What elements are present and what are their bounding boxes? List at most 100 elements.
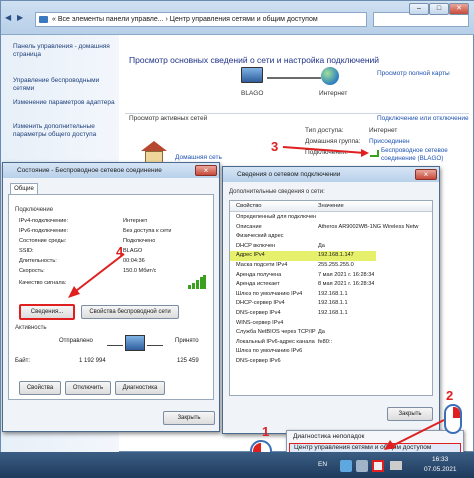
close-window-button[interactable]: ✕ <box>449 3 469 15</box>
full-map-link[interactable]: Просмотр полной карты <box>377 70 450 77</box>
homegroup-link[interactable]: Присоединен <box>369 138 410 145</box>
forward-button[interactable]: ▶ <box>17 13 23 22</box>
internet-label: Интернет <box>319 90 348 97</box>
table-cell: 255.255.255.0 <box>318 262 354 268</box>
row-label-duration: Длительность: <box>19 258 57 264</box>
active-networks-label: Просмотр активных сетей <box>129 115 208 122</box>
tray-network-icon[interactable] <box>372 460 384 472</box>
details-dialog: Сведения о сетевом подключении × Дополни… <box>222 166 440 434</box>
table-row: Служба NetBIOS через TCP/IP в <box>236 329 316 336</box>
tray-battery-icon[interactable] <box>390 461 402 470</box>
step-number-2: 2 <box>446 388 454 403</box>
table-row: DNS-сервер IPv4 <box>236 310 281 316</box>
status-dialog-close-icon[interactable]: × <box>195 165 217 176</box>
details-dialog-close-icon[interactable]: × <box>415 169 437 180</box>
clock-time[interactable]: 16:33 <box>432 456 448 463</box>
taskbar: EN 16:33 07.05.2021 <box>0 452 474 478</box>
prop-label-access: Тип доступа: <box>305 127 344 134</box>
connect-disconnect-link[interactable]: Подключение или отключение <box>377 115 469 122</box>
menu-item-troubleshoot[interactable]: Диагностика неполадок <box>293 433 364 440</box>
sidebar-item-wireless[interactable]: Управление беспроводными сетями <box>13 77 117 93</box>
table-cell: Atheros AR9002WB-1NG Wireless Netw <box>318 223 419 230</box>
control-panel-icon <box>39 16 48 23</box>
wireless-connection-link[interactable]: Беспроводное сетевое соединение (BLAGO) <box>381 147 467 163</box>
bytes-sent-value: 1 192 994 <box>79 358 106 364</box>
tray-flag-icon[interactable] <box>340 460 352 472</box>
diagnose-button[interactable]: Диагностика <box>115 381 165 395</box>
table-row: Аренда истекает <box>236 281 280 288</box>
activity-line-right <box>147 345 163 346</box>
status-close-button[interactable]: Закрыть <box>163 411 215 425</box>
activity-header: Активность <box>15 325 47 331</box>
sidebar-item-sharing[interactable]: Изменить дополнительные параметры общего… <box>13 123 117 139</box>
table-row: Определенный для подключения DN <box>236 214 316 220</box>
clock-date[interactable]: 07.05.2021 <box>424 466 457 473</box>
map-connector <box>267 77 321 79</box>
network-type-link[interactable]: Домашняя сеть <box>175 154 222 161</box>
row-value-media: Подключено <box>123 238 156 244</box>
table-cell: Да <box>318 242 325 249</box>
arrow-4 <box>68 253 125 298</box>
status-dialog-title: Состояние - Беспроводное сетевое соедине… <box>3 163 219 178</box>
wireless-properties-button[interactable]: Свойства беспроводной сети <box>81 305 179 319</box>
col-property: Свойство <box>236 203 262 209</box>
disable-button[interactable]: Отключить <box>65 381 111 395</box>
table-cell: 192.168.1.1 <box>318 310 348 316</box>
language-indicator[interactable]: EN <box>318 461 327 468</box>
table-cell: 8 мая 2021 г. 16:28:34 <box>318 281 375 288</box>
connection-header: Подключение <box>15 207 54 213</box>
sidebar-item-adapter[interactable]: Изменение параметров адаптера <box>13 99 117 107</box>
table-row: Описание <box>236 223 262 230</box>
tray-volume-icon[interactable] <box>356 460 368 472</box>
activity-line-left <box>107 345 123 346</box>
step-number-1: 1 <box>262 424 270 439</box>
maximize-button[interactable]: □ <box>429 3 449 15</box>
properties-button[interactable]: Свойства <box>19 381 61 395</box>
table-cell: 7 мая 2021 г. 16:28:34 <box>318 271 375 278</box>
table-cell: 192.168.1.147 <box>318 252 354 259</box>
table-row: Шлюз по умолчанию IPv4 <box>236 290 303 297</box>
globe-icon <box>321 67 339 85</box>
row-label-ssid: SSID: <box>19 248 34 254</box>
row-value-ipv4: Интернет <box>123 218 148 224</box>
address-bar[interactable]: « Все элементы панели управле... › Центр… <box>35 12 367 27</box>
activity-computers-icon <box>125 335 145 351</box>
bytes-received-value: 125 459 <box>177 358 199 364</box>
arrow-3 <box>282 146 369 157</box>
divider <box>125 113 469 114</box>
title-bar: ◀ ▶ « Все элементы панели управле... › Ц… <box>1 1 474 35</box>
computer-name: BLAGO <box>241 90 264 97</box>
details-table: Свойство Значение Определенный для подкл… <box>229 200 433 396</box>
bytes-label: Байт: <box>15 358 31 364</box>
row-label-ipv6: IPv6-подключение: <box>19 228 69 234</box>
row-value-speed: 150.0 Мбит/с <box>123 268 157 274</box>
table-row: Шлюз по умолчанию IPv6 <box>236 348 303 355</box>
prop-value-access: Интернет <box>369 127 398 134</box>
table-row: Адрес IPv4 <box>236 252 265 259</box>
page-title: Просмотр основных сведений о сети и наст… <box>129 55 380 65</box>
table-row: Маска подсети IPv4 <box>236 262 288 268</box>
signal-bars-icon <box>188 275 206 289</box>
computer-icon <box>241 67 263 83</box>
table-row: DHCP включен <box>236 242 276 249</box>
row-label-media: Состояние среды: <box>19 238 67 244</box>
details-table-header: Свойство Значение <box>230 201 432 212</box>
row-label-speed: Скорость: <box>19 268 45 274</box>
row-label-ipv4: IPv4-подключение: <box>19 218 69 224</box>
details-header: Дополнительные сведения о сети: <box>229 189 325 195</box>
details-button[interactable]: Сведения... <box>19 304 75 320</box>
table-row: Аренда получена <box>236 271 282 278</box>
arrow-2 <box>384 419 445 450</box>
table-cell: Да <box>318 329 325 336</box>
wifi-signal-icon <box>370 150 379 157</box>
received-label: Принято <box>175 338 199 344</box>
table-row: DHCP-сервер IPv4 <box>236 300 285 307</box>
table-row: DNS-сервер IPv6 <box>236 358 281 364</box>
sent-label: Отправлено <box>59 338 93 344</box>
tab-general[interactable]: Общие <box>10 183 38 194</box>
back-button[interactable]: ◀ <box>5 13 11 22</box>
table-row: WINS-сервер IPv4 <box>236 319 284 326</box>
signal-label: Качество сигнала: <box>19 280 67 286</box>
sidebar-item-home[interactable]: Панель управления - домашняя страница <box>13 43 117 59</box>
minimize-button[interactable]: – <box>409 3 429 15</box>
